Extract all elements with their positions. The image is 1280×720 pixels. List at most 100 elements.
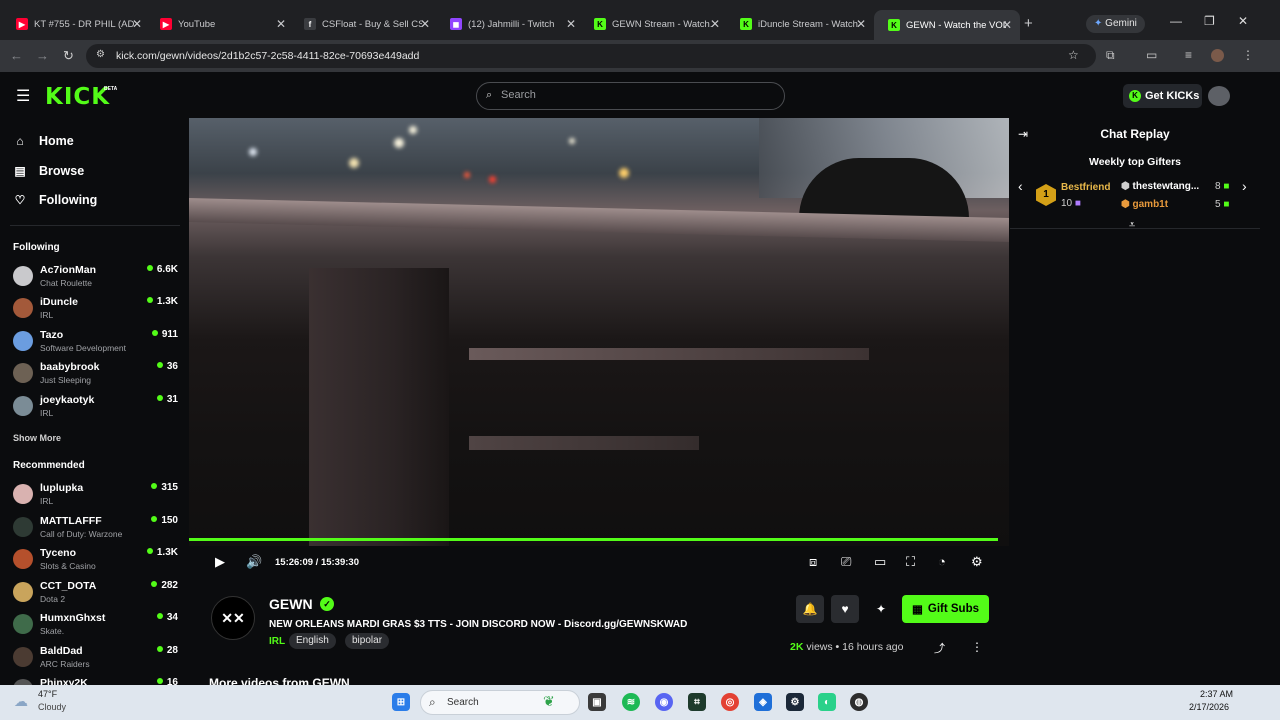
gift-subs-button[interactable]: ▦ Gift Subs	[902, 595, 989, 623]
back-icon[interactable]: ←	[10, 48, 23, 63]
progress-bar[interactable]	[189, 538, 998, 541]
browser-tab-active[interactable]: K GEWN - Watch the VOD ✕	[874, 10, 1020, 40]
taskbar-search[interactable]: ⌕ Search ❦	[420, 690, 580, 715]
close-icon[interactable]: ✕	[132, 17, 142, 31]
cast-icon[interactable]: ▭	[1146, 48, 1157, 62]
channel-item[interactable]: Tazo Software Development 911	[13, 329, 178, 359]
new-tab-icon[interactable]: +	[1024, 15, 1033, 32]
media-icon[interactable]: ≡	[1185, 48, 1192, 62]
volume-icon[interactable]: 🔊	[246, 554, 262, 570]
steam-icon[interactable]: ⚙	[786, 693, 804, 711]
search-input[interactable]	[501, 89, 771, 101]
top-gifter-name[interactable]: Bestfriend	[1061, 182, 1110, 193]
app-icon[interactable]: ◐	[818, 693, 836, 711]
menu-dots-icon[interactable]: ⋮	[1242, 48, 1254, 62]
profile-avatar[interactable]	[1211, 49, 1224, 62]
channel-item[interactable]: CCT_DOTA Dota 2 282	[13, 580, 178, 610]
sidebar: ⌂ Home ▤ Browse ♡ Following Following Ac…	[0, 120, 187, 685]
share-icon[interactable]: ⤴	[934, 640, 945, 656]
close-icon[interactable]: ✕	[566, 17, 576, 31]
more-options-icon[interactable]: ⋮	[971, 640, 983, 654]
spotify-icon[interactable]: ≋	[622, 693, 640, 711]
search-box[interactable]: ⌕	[476, 82, 785, 110]
close-icon[interactable]: ✕	[1002, 18, 1012, 32]
browser-tab[interactable]: K GEWN Stream - Watch... ✕	[580, 12, 728, 36]
channel-item[interactable]: Ac7ionMan Chat Roulette 6.6K	[13, 264, 178, 294]
minimize-icon[interactable]: —	[1170, 14, 1182, 28]
channel-avatar[interactable]: ✕✕	[211, 596, 255, 640]
channel-item[interactable]: joeykaotyk IRL 31	[13, 394, 178, 424]
playback-speed-icon[interactable]: ◔	[938, 554, 946, 569]
weather-temp[interactable]: 47°F	[38, 689, 57, 699]
weather-desc[interactable]: Cloudy	[38, 702, 66, 712]
restore-icon[interactable]: ❐	[1204, 14, 1215, 28]
channel-item[interactable]: Phinxy2K 16	[13, 677, 178, 685]
bookmark-star-icon[interactable]: ☆	[1068, 48, 1079, 62]
app-icon[interactable]: ◈	[754, 693, 772, 711]
sidebar-item-home[interactable]: ⌂ Home	[13, 134, 73, 148]
user-avatar[interactable]	[1208, 86, 1230, 106]
close-icon[interactable]: ✕	[276, 17, 286, 31]
site-info-icon[interactable]: ⚙	[96, 49, 105, 60]
viewer-count: 6.6K	[147, 264, 178, 275]
sidebar-item-browse[interactable]: ▤ Browse	[13, 164, 84, 178]
kick-logo[interactable]: KICK	[45, 84, 110, 110]
expand-icon[interactable]: ⩡	[1129, 219, 1135, 232]
address-bar[interactable]: ⚙ kick.com/gewn/videos/2d1b2c57-2c58-441…	[86, 44, 1096, 68]
clip-icon[interactable]: ⎚	[841, 554, 851, 570]
reload-icon[interactable]: ↻	[63, 48, 74, 64]
clock-date[interactable]: 2/17/2026	[1189, 702, 1229, 712]
tag[interactable]: bipolar	[345, 633, 390, 649]
clock-time[interactable]: 2:37 AM	[1200, 689, 1233, 699]
terminal-icon[interactable]: ⌗	[688, 693, 706, 711]
browser-tab[interactable]: ▶ KT #755 - DR PHIL (AD... ✕	[2, 12, 150, 36]
browser-tab[interactable]: ◼ (12) Jahmilli - Twitch ✕	[436, 12, 584, 36]
channel-item[interactable]: luplupka IRL 315	[13, 482, 178, 512]
chat-title: Chat Replay	[1100, 127, 1170, 141]
channel-item[interactable]: iDuncle IRL 1.3K	[13, 296, 178, 326]
window-close-icon[interactable]: ✕	[1238, 14, 1248, 28]
discord-icon[interactable]: ◉	[655, 693, 673, 711]
theater-mode-icon[interactable]: ▭	[874, 554, 886, 570]
get-kicks-button[interactable]: K Get KICKs	[1123, 84, 1202, 108]
follow-heart-icon[interactable]: ♥	[831, 595, 859, 623]
fullscreen-icon[interactable]: ⛶	[906, 554, 915, 570]
channel-item[interactable]: BaldDad ARC Raiders 28	[13, 645, 178, 675]
category-link[interactable]: IRL	[269, 636, 285, 647]
show-more-button[interactable]: Show More	[13, 433, 61, 443]
notification-bell-icon[interactable]: 🔔	[796, 595, 824, 623]
start-icon[interactable]: ⊞	[392, 693, 410, 711]
close-icon[interactable]: ✕	[420, 17, 430, 31]
app-icon[interactable]: ◍	[850, 693, 868, 711]
hamburger-menu-icon[interactable]: ☰	[16, 86, 30, 106]
forward-icon[interactable]: →	[36, 48, 49, 63]
avatar	[13, 298, 33, 318]
video-player[interactable]	[189, 118, 1009, 580]
channel-item[interactable]: MATTLAFFF Call of Duty: Warzone 150	[13, 515, 178, 545]
sidebar-item-following[interactable]: ♡ Following	[13, 193, 98, 207]
close-icon[interactable]: ✕	[856, 17, 866, 31]
gifter-row[interactable]: ⬢ thestewtang...	[1121, 181, 1199, 192]
chevron-left-icon[interactable]: ‹	[1018, 178, 1023, 194]
chat-header: ⇥ Chat Replay	[1010, 118, 1260, 150]
extensions-icon[interactable]: ⧉	[1106, 48, 1115, 63]
browser-tab[interactable]: ▶ YouTube ✕	[146, 12, 294, 36]
tag[interactable]: English	[289, 633, 336, 649]
browser-tab[interactable]: K iDuncle Stream - Watch... ✕	[726, 12, 874, 36]
chevron-right-icon[interactable]: ›	[1242, 178, 1247, 194]
channel-item[interactable]: HumxnGhxst Skate. 34	[13, 612, 178, 642]
gemini-button[interactable]: ✦ Gemini	[1086, 15, 1145, 33]
gifter-row[interactable]: ⬢ gamb1t	[1121, 199, 1168, 210]
file-explorer-icon[interactable]: ▣	[588, 693, 606, 711]
browser-toolbar: ← → ↻ ⚙ kick.com/gewn/videos/2d1b2c57-2c…	[0, 40, 1280, 72]
play-icon[interactable]: ▶	[215, 554, 225, 570]
close-icon[interactable]: ✕	[710, 17, 720, 31]
chrome-icon[interactable]: ◎	[721, 693, 739, 711]
channel-name[interactable]: GEWN	[269, 596, 313, 612]
channel-item[interactable]: baabybrook Just Sleeping 36	[13, 361, 178, 391]
settings-gear-icon[interactable]: ⚙	[971, 554, 983, 570]
browser-tab[interactable]: f CSFloat - Buy & Sell CS... ✕	[290, 12, 438, 36]
channel-item[interactable]: Tyceno Slots & Casino 1.3K	[13, 547, 178, 577]
sparkle-icon[interactable]: ✦	[867, 595, 895, 623]
miniplayer-icon[interactable]: ⧈	[809, 554, 817, 570]
